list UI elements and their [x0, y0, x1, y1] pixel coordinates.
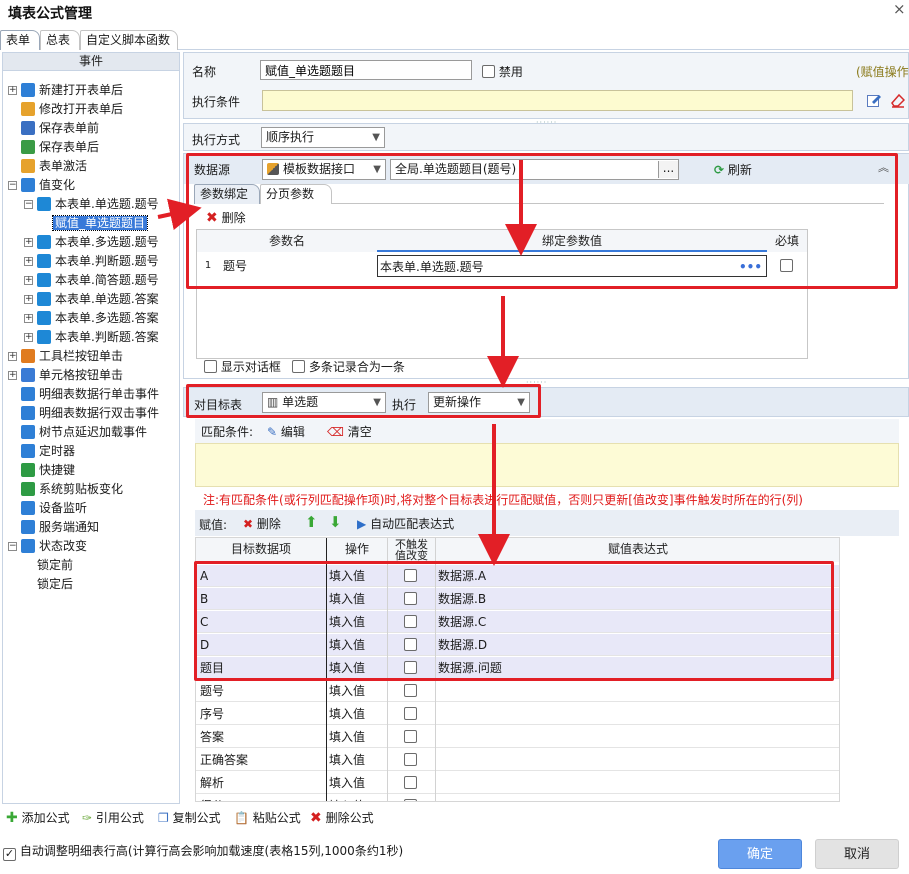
- delete-formula-button[interactable]: ✖ 删除公式: [310, 810, 374, 829]
- ref-formula-button[interactable]: ✑ 引用公式: [82, 810, 144, 829]
- copy-formula-label: 复制公式: [172, 811, 221, 825]
- delete-icon: ✖: [310, 810, 322, 826]
- plus-icon: ✚: [6, 810, 18, 826]
- annotation-arrows: [157, 160, 537, 566]
- copy-formula-button[interactable]: ❐ 复制公式: [158, 810, 221, 829]
- auto-height-checkbox[interactable]: ✓ 自动调整明细表行高(计算行高会影响加载速度(表格15列,1000条约1秒): [3, 842, 403, 861]
- copy-icon: ❐: [158, 811, 169, 825]
- ok-button[interactable]: 确定: [718, 839, 802, 869]
- paste-formula-label: 粘贴公式: [252, 811, 301, 825]
- paste-formula-button[interactable]: 📋 粘贴公式: [234, 810, 301, 829]
- delete-formula-label: 删除公式: [325, 811, 374, 825]
- cancel-button[interactable]: 取消: [815, 839, 899, 869]
- paste-icon: 📋: [234, 811, 249, 825]
- link-icon: ✑: [82, 811, 93, 825]
- auto-height-label: 自动调整明细表行高(计算行高会影响加载速度(表格15列,1000条约1秒): [19, 844, 404, 858]
- ref-formula-label: 引用公式: [95, 811, 144, 825]
- formula-toolbar: ✚ 添加公式 ✑ 引用公式 ❐ 复制公式 📋 粘贴公式 ✖ 删除公式: [0, 806, 909, 834]
- add-formula-button[interactable]: ✚ 添加公式: [6, 810, 70, 829]
- arrow-tree-to-datasource: [157, 198, 202, 230]
- add-formula-label: 添加公式: [21, 811, 70, 825]
